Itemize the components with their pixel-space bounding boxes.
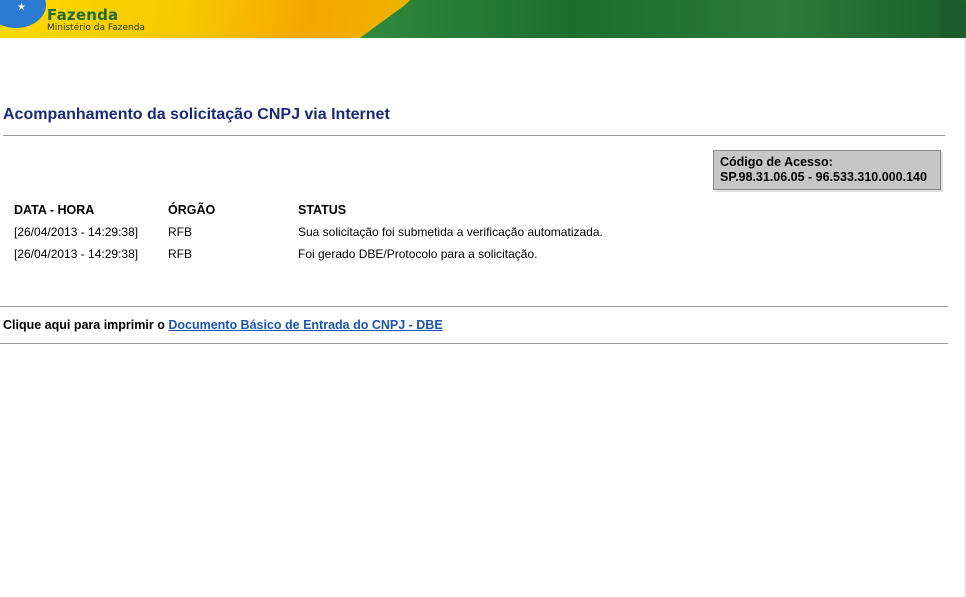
- brand-title: Fazenda: [47, 6, 119, 24]
- status-table: DATA - HORA ÓRGÃO STATUS [26/04/2013 - 1…: [11, 200, 661, 265]
- print-prefix: Clique aqui para imprimir o: [3, 318, 165, 332]
- row-status: Foi gerado DBE/Protocolo para a solicita…: [298, 247, 538, 261]
- banner-green-band: [360, 0, 966, 38]
- table-header-row: DATA - HORA ÓRGÃO STATUS: [11, 200, 661, 221]
- row-org: RFB: [168, 247, 192, 261]
- access-code-value: SP.98.31.06.05 - 96.533.310.000.140: [720, 170, 927, 184]
- star-icon: ★: [17, 2, 26, 13]
- access-code-box: Código de Acesso: SP.98.31.06.05 - 96.53…: [713, 150, 941, 190]
- dbe-document-link[interactable]: Documento Básico de Entrada do CNPJ - DB…: [168, 318, 442, 332]
- row-org: RFB: [168, 225, 192, 239]
- divider: [0, 306, 948, 307]
- divider: [0, 343, 948, 344]
- row-datetime: [26/04/2013 - 14:29:38]: [14, 225, 139, 239]
- column-header-date: DATA - HORA: [14, 203, 95, 217]
- row-datetime: [26/04/2013 - 14:29:38]: [14, 247, 139, 261]
- access-code-label: Código de Acesso:: [720, 155, 833, 169]
- table-row: [26/04/2013 - 14:29:38] RFB Foi gerado D…: [11, 243, 661, 265]
- header-banner: ★ Fazenda Ministério da Fazenda: [0, 0, 966, 38]
- banner-right-cap: [940, 0, 966, 38]
- divider: [3, 135, 945, 136]
- column-header-org: ÓRGÃO: [168, 203, 216, 217]
- table-row: [26/04/2013 - 14:29:38] RFB Sua solicita…: [11, 221, 661, 243]
- column-header-status: STATUS: [298, 203, 347, 217]
- brand-subtitle: Ministério da Fazenda: [47, 23, 145, 33]
- page-title: Acompanhamento da solicitação CNPJ via I…: [3, 106, 390, 123]
- row-status: Sua solicitação foi submetida a verifica…: [298, 225, 603, 239]
- print-instruction: Clique aqui para imprimir o Documento Bá…: [3, 318, 443, 332]
